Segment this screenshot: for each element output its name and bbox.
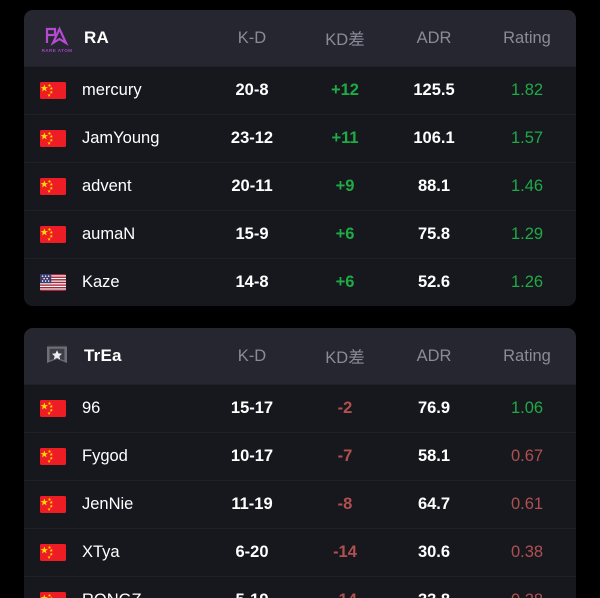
player-kd: 14-8 xyxy=(235,273,269,291)
flag-icon-cn xyxy=(40,448,66,465)
svg-text:RARE ATOM: RARE ATOM xyxy=(42,48,73,53)
team-name: TrEa xyxy=(84,346,122,365)
player-name: Fygod xyxy=(82,447,128,465)
flag-icon-cn xyxy=(40,592,66,598)
player-rating: 1.82 xyxy=(510,81,544,99)
player-row[interactable]: mercury 20-8 +12 125.5 1.82 xyxy=(24,66,576,114)
player-rating: 1.26 xyxy=(510,273,544,291)
player-rating: 1.06 xyxy=(510,399,544,417)
column-header-kd[interactable]: K-D xyxy=(204,347,300,366)
player-name: advent xyxy=(82,177,132,195)
column-header-kd-diff[interactable]: KD差 xyxy=(300,26,390,50)
player-adr: 33.8 xyxy=(390,591,478,598)
player-adr: 76.9 xyxy=(417,399,451,417)
rare-atom-logo-icon: RARE ATOM xyxy=(40,21,74,55)
flag-icon-cn xyxy=(40,130,66,147)
player-row[interactable]: RONGZ5-19-1433.80.28 xyxy=(24,576,576,598)
player-adr: 125.5 xyxy=(413,81,455,99)
flag-icon-cn xyxy=(40,544,66,561)
player-row[interactable]: JenNie 11-19 -8 64.7 0.61 xyxy=(24,480,576,528)
player-kd-diff: +12 xyxy=(331,81,359,99)
player-kd-diff: -8 xyxy=(337,495,353,513)
team-name: RA xyxy=(84,28,109,47)
player-name: aumaN xyxy=(82,225,136,243)
player-kd-diff: -14 xyxy=(300,591,390,598)
player-kd-diff: +9 xyxy=(335,177,355,195)
flag-icon-cn xyxy=(40,400,66,417)
player-rating: 1.57 xyxy=(510,129,544,147)
match-scoreboard: RARE ATOM RA K-D KD差 ADR Rating mercury 20-8 +12… xyxy=(0,0,600,598)
player-name: JenNie xyxy=(82,495,134,513)
player-kd-diff: +11 xyxy=(331,129,359,147)
player-rating: 0.67 xyxy=(510,447,544,465)
team-card: TrEa K-D KD差 ADR Rating 96 15-17 -2 76.9 1.06 Fygo… xyxy=(24,328,576,598)
team-header[interactable]: TrEa K-D KD差 ADR Rating xyxy=(24,328,576,384)
flag-icon-cn xyxy=(40,178,66,195)
player-kd-diff: +6 xyxy=(335,225,355,243)
player-kd: 15-17 xyxy=(230,399,274,417)
banner-star-logo-icon xyxy=(40,339,74,373)
player-row[interactable]: advent 20-11 +9 88.1 1.46 xyxy=(24,162,576,210)
column-header-kd[interactable]: K-D xyxy=(204,29,300,48)
player-kd-diff: -14 xyxy=(333,543,357,561)
player-row[interactable]: 96 15-17 -2 76.9 1.06 xyxy=(24,384,576,432)
player-name: Kaze xyxy=(82,273,120,291)
player-kd: 6-20 xyxy=(235,543,269,561)
team-card: RARE ATOM RA K-D KD差 ADR Rating mercury 20-8 +12… xyxy=(24,10,576,306)
player-name: mercury xyxy=(82,81,142,99)
player-adr: 58.1 xyxy=(417,447,451,465)
player-kd: 20-11 xyxy=(231,177,273,195)
player-row[interactable]: aumaN 15-9 +6 75.8 1.29 xyxy=(24,210,576,258)
column-header-kd-diff[interactable]: KD差 xyxy=(300,344,390,368)
player-adr: 88.1 xyxy=(417,177,451,195)
player-rating: 0.38 xyxy=(510,543,544,561)
player-row[interactable]: Fygod 10-17 -7 58.1 0.67 xyxy=(24,432,576,480)
flag-icon-us xyxy=(40,274,66,291)
player-adr: 30.6 xyxy=(417,543,451,561)
player-name: 96 xyxy=(82,399,101,417)
player-adr: 64.7 xyxy=(417,495,451,513)
team-header[interactable]: RARE ATOM RA K-D KD差 ADR Rating xyxy=(24,10,576,66)
column-header-adr[interactable]: ADR xyxy=(390,29,478,48)
player-name: RONGZ xyxy=(82,591,204,598)
player-kd: 5-19 xyxy=(204,591,300,598)
player-rating: 0.61 xyxy=(510,495,544,513)
player-adr: 106.1 xyxy=(413,129,455,147)
player-kd-diff: -2 xyxy=(337,399,353,417)
player-kd: 11-19 xyxy=(231,495,273,513)
player-kd: 23-12 xyxy=(230,129,274,147)
player-name: JamYoung xyxy=(82,129,160,147)
flag-icon-cn xyxy=(40,496,66,513)
player-kd: 20-8 xyxy=(235,81,269,99)
player-row[interactable]: Kaze 14-8 +6 52.6 1.26 xyxy=(24,258,576,306)
player-rating: 1.46 xyxy=(510,177,544,195)
column-header-rating[interactable]: Rating xyxy=(478,29,576,48)
player-kd-diff: +6 xyxy=(335,273,355,291)
player-rating: 1.29 xyxy=(510,225,544,243)
player-rating: 0.28 xyxy=(478,591,576,598)
column-header-rating[interactable]: Rating xyxy=(478,347,576,366)
player-kd: 15-9 xyxy=(235,225,269,243)
flag-icon-cn xyxy=(40,82,66,99)
player-name: XTya xyxy=(82,543,120,561)
player-adr: 52.6 xyxy=(417,273,451,291)
player-row[interactable]: JamYoung 23-12 +11 106.1 1.57 xyxy=(24,114,576,162)
flag-icon-cn xyxy=(40,226,66,243)
column-header-adr[interactable]: ADR xyxy=(390,347,478,366)
player-kd-diff: -7 xyxy=(337,447,353,465)
player-adr: 75.8 xyxy=(417,225,451,243)
player-row[interactable]: XTya 6-20 -14 30.6 0.38 xyxy=(24,528,576,576)
player-kd: 10-17 xyxy=(230,447,274,465)
